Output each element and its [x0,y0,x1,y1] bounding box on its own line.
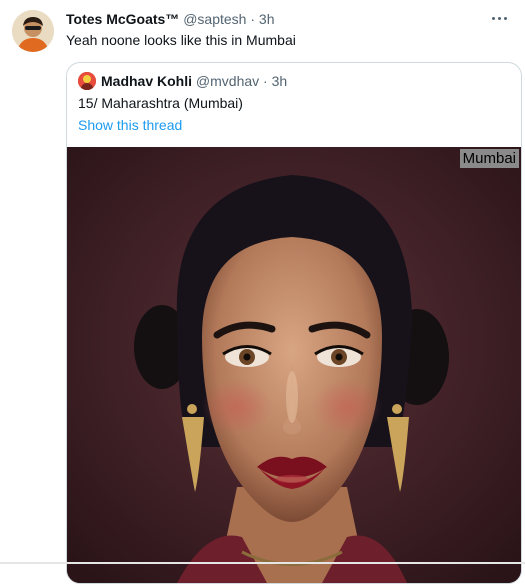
quoted-tweet-header: Madhav Kohli @mvdhav · 3h [101,72,287,90]
tweet-text: Yeah noone looks like this in Mumbai [66,32,296,48]
image-caption: Mumbai [459,149,519,168]
quoted-author-name[interactable]: Madhav Kohli [101,73,192,89]
tweet-header: Totes McGoats™ @saptesh · 3h [66,10,274,28]
more-horizontal-icon[interactable] [489,10,509,26]
portrait-illustration [67,147,521,583]
quoted-author-handle[interactable]: @mvdhav [196,73,259,89]
separator: · [263,73,268,89]
author-handle[interactable]: @saptesh [183,11,246,27]
tweet-media-image[interactable]: Mumbai [67,147,521,583]
quoted-timestamp[interactable]: 3h [272,73,288,89]
timestamp[interactable]: 3h [259,11,275,27]
separator: · [250,11,256,27]
quoted-user-avatar[interactable] [78,72,96,90]
quoted-tweet[interactable]: Madhav Kohli @mvdhav · 3h 15/ Maharashtr… [66,62,522,584]
quoted-tweet-text: 15/ Maharashtra (Mumbai) [78,95,243,111]
author-name[interactable]: Totes McGoats™ [66,11,179,27]
user-avatar[interactable] [12,10,54,52]
tweet[interactable]: Totes McGoats™ @saptesh · 3h Yeah noone … [0,0,525,584]
show-thread-link[interactable]: Show this thread [78,116,182,134]
